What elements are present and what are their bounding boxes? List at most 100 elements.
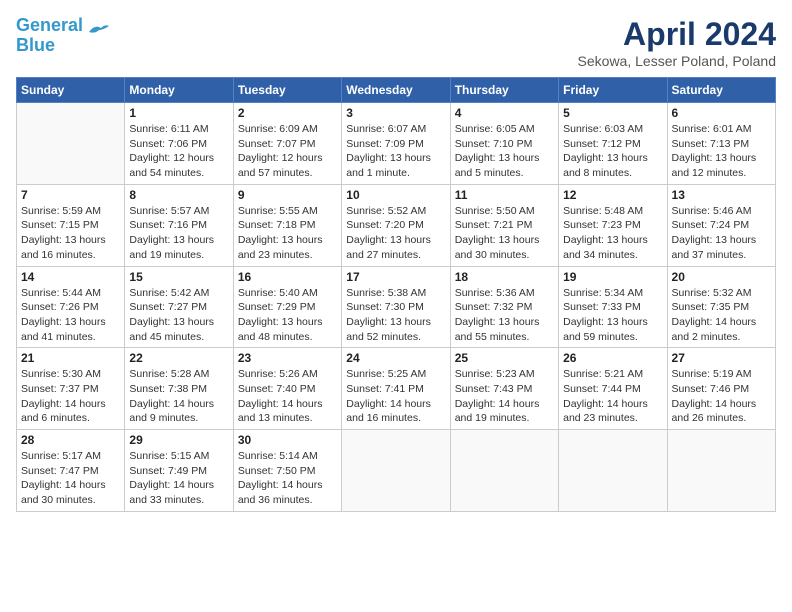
calendar-cell: 24 Sunrise: 5:25 AMSunset: 7:41 PMDayligh… [342,348,450,430]
calendar-cell: 20 Sunrise: 5:32 AMSunset: 7:35 PMDayligh… [667,266,775,348]
day-info: Sunrise: 5:25 AMSunset: 7:41 PMDaylight:… [346,367,445,426]
day-info: Sunrise: 5:17 AMSunset: 7:47 PMDaylight:… [21,449,120,508]
day-info: Sunrise: 5:36 AMSunset: 7:32 PMDaylight:… [455,286,554,345]
day-number: 30 [238,433,337,447]
calendar-week-row: 21Sunrise: 5:30 AMSunset: 7:37 PMDayligh… [17,348,776,430]
day-number: 12 [563,188,662,202]
title-block: April 2024 Sekowa, Lesser Poland, Poland [578,16,776,69]
calendar-cell [17,103,125,185]
day-number: 18 [455,270,554,284]
weekday-header: Monday [125,78,233,103]
calendar-cell [559,430,667,512]
day-info: Sunrise: 5:19 AMSunset: 7:46 PMDaylight:… [672,367,771,426]
day-info: Sunrise: 5:14 AMSunset: 7:50 PMDaylight:… [238,449,337,508]
calendar-cell: 17 Sunrise: 5:38 AMSunset: 7:30 PMDayligh… [342,266,450,348]
calendar-cell: 30 Sunrise: 5:14 AMSunset: 7:50 PMDayligh… [233,430,341,512]
day-number: 11 [455,188,554,202]
day-info: Sunrise: 5:44 AMSunset: 7:26 PMDaylight:… [21,286,120,345]
logo-text: GeneralBlue [16,16,83,56]
calendar-cell: 21Sunrise: 5:30 AMSunset: 7:37 PMDayligh… [17,348,125,430]
day-info: Sunrise: 5:15 AMSunset: 7:49 PMDaylight:… [129,449,228,508]
calendar-cell: 5 Sunrise: 6:03 AMSunset: 7:12 PMDaylight… [559,103,667,185]
day-info: Sunrise: 6:07 AMSunset: 7:09 PMDaylight:… [346,122,445,181]
calendar-cell: 6 Sunrise: 6:01 AMSunset: 7:13 PMDaylight… [667,103,775,185]
day-number: 24 [346,351,445,365]
day-number: 25 [455,351,554,365]
calendar-cell [342,430,450,512]
day-info: Sunrise: 6:05 AMSunset: 7:10 PMDaylight:… [455,122,554,181]
calendar-cell: 13 Sunrise: 5:46 AMSunset: 7:24 PMDayligh… [667,184,775,266]
day-number: 17 [346,270,445,284]
calendar-week-row: 1 Sunrise: 6:11 AMSunset: 7:06 PMDaylight… [17,103,776,185]
day-info: Sunrise: 5:55 AMSunset: 7:18 PMDaylight:… [238,204,337,263]
logo: GeneralBlue [16,16,109,56]
day-info: Sunrise: 5:57 AMSunset: 7:16 PMDaylight:… [129,204,228,263]
day-info: Sunrise: 5:32 AMSunset: 7:35 PMDaylight:… [672,286,771,345]
day-number: 22 [129,351,228,365]
day-number: 1 [129,106,228,120]
day-number: 20 [672,270,771,284]
day-info: Sunrise: 5:42 AMSunset: 7:27 PMDaylight:… [129,286,228,345]
day-number: 8 [129,188,228,202]
calendar-week-row: 28Sunrise: 5:17 AMSunset: 7:47 PMDayligh… [17,430,776,512]
weekday-header: Sunday [17,78,125,103]
day-info: Sunrise: 5:40 AMSunset: 7:29 PMDaylight:… [238,286,337,345]
calendar-cell: 10 Sunrise: 5:52 AMSunset: 7:20 PMDayligh… [342,184,450,266]
day-number: 29 [129,433,228,447]
day-number: 13 [672,188,771,202]
calendar-cell: 29 Sunrise: 5:15 AMSunset: 7:49 PMDayligh… [125,430,233,512]
day-info: Sunrise: 5:34 AMSunset: 7:33 PMDaylight:… [563,286,662,345]
day-info: Sunrise: 6:01 AMSunset: 7:13 PMDaylight:… [672,122,771,181]
day-number: 5 [563,106,662,120]
calendar-cell: 2 Sunrise: 6:09 AMSunset: 7:07 PMDaylight… [233,103,341,185]
day-number: 14 [21,270,120,284]
day-number: 9 [238,188,337,202]
calendar-cell: 26Sunrise: 5:21 AMSunset: 7:44 PMDayligh… [559,348,667,430]
day-number: 7 [21,188,120,202]
day-number: 2 [238,106,337,120]
calendar-cell: 4Sunrise: 6:05 AMSunset: 7:10 PMDaylight… [450,103,558,185]
day-info: Sunrise: 5:26 AMSunset: 7:40 PMDaylight:… [238,367,337,426]
day-number: 27 [672,351,771,365]
calendar-cell: 28Sunrise: 5:17 AMSunset: 7:47 PMDayligh… [17,430,125,512]
calendar-cell: 16 Sunrise: 5:40 AMSunset: 7:29 PMDayligh… [233,266,341,348]
calendar-cell: 9 Sunrise: 5:55 AMSunset: 7:18 PMDaylight… [233,184,341,266]
calendar-cell: 18 Sunrise: 5:36 AMSunset: 7:32 PMDayligh… [450,266,558,348]
day-info: Sunrise: 5:50 AMSunset: 7:21 PMDaylight:… [455,204,554,263]
calendar-cell [450,430,558,512]
day-info: Sunrise: 5:38 AMSunset: 7:30 PMDaylight:… [346,286,445,345]
day-number: 26 [563,351,662,365]
calendar-cell: 25 Sunrise: 5:23 AMSunset: 7:43 PMDayligh… [450,348,558,430]
weekday-header: Friday [559,78,667,103]
day-number: 10 [346,188,445,202]
calendar-header-row: SundayMondayTuesdayWednesdayThursdayFrid… [17,78,776,103]
calendar-cell: 11 Sunrise: 5:50 AMSunset: 7:21 PMDayligh… [450,184,558,266]
calendar-cell: 1 Sunrise: 6:11 AMSunset: 7:06 PMDaylight… [125,103,233,185]
day-number: 16 [238,270,337,284]
day-info: Sunrise: 5:52 AMSunset: 7:20 PMDaylight:… [346,204,445,263]
day-info: Sunrise: 5:28 AMSunset: 7:38 PMDaylight:… [129,367,228,426]
day-info: Sunrise: 5:23 AMSunset: 7:43 PMDaylight:… [455,367,554,426]
calendar-cell: 14 Sunrise: 5:44 AMSunset: 7:26 PMDayligh… [17,266,125,348]
calendar-cell: 12 Sunrise: 5:48 AMSunset: 7:23 PMDayligh… [559,184,667,266]
day-number: 6 [672,106,771,120]
day-info: Sunrise: 6:09 AMSunset: 7:07 PMDaylight:… [238,122,337,181]
day-info: Sunrise: 6:11 AMSunset: 7:06 PMDaylight:… [129,122,228,181]
location-text: Sekowa, Lesser Poland, Poland [578,53,776,69]
day-number: 15 [129,270,228,284]
calendar-cell: 27 Sunrise: 5:19 AMSunset: 7:46 PMDayligh… [667,348,775,430]
weekday-header: Thursday [450,78,558,103]
day-info: Sunrise: 6:03 AMSunset: 7:12 PMDaylight:… [563,122,662,181]
day-number: 19 [563,270,662,284]
calendar-cell: 19 Sunrise: 5:34 AMSunset: 7:33 PMDayligh… [559,266,667,348]
weekday-header: Wednesday [342,78,450,103]
calendar-cell: 7Sunrise: 5:59 AMSunset: 7:15 PMDaylight… [17,184,125,266]
calendar-cell: 22 Sunrise: 5:28 AMSunset: 7:38 PMDayligh… [125,348,233,430]
calendar-week-row: 14 Sunrise: 5:44 AMSunset: 7:26 PMDayligh… [17,266,776,348]
weekday-header: Saturday [667,78,775,103]
calendar-week-row: 7Sunrise: 5:59 AMSunset: 7:15 PMDaylight… [17,184,776,266]
day-info: Sunrise: 5:46 AMSunset: 7:24 PMDaylight:… [672,204,771,263]
day-number: 3 [346,106,445,120]
day-info: Sunrise: 5:48 AMSunset: 7:23 PMDaylight:… [563,204,662,263]
weekday-header: Tuesday [233,78,341,103]
